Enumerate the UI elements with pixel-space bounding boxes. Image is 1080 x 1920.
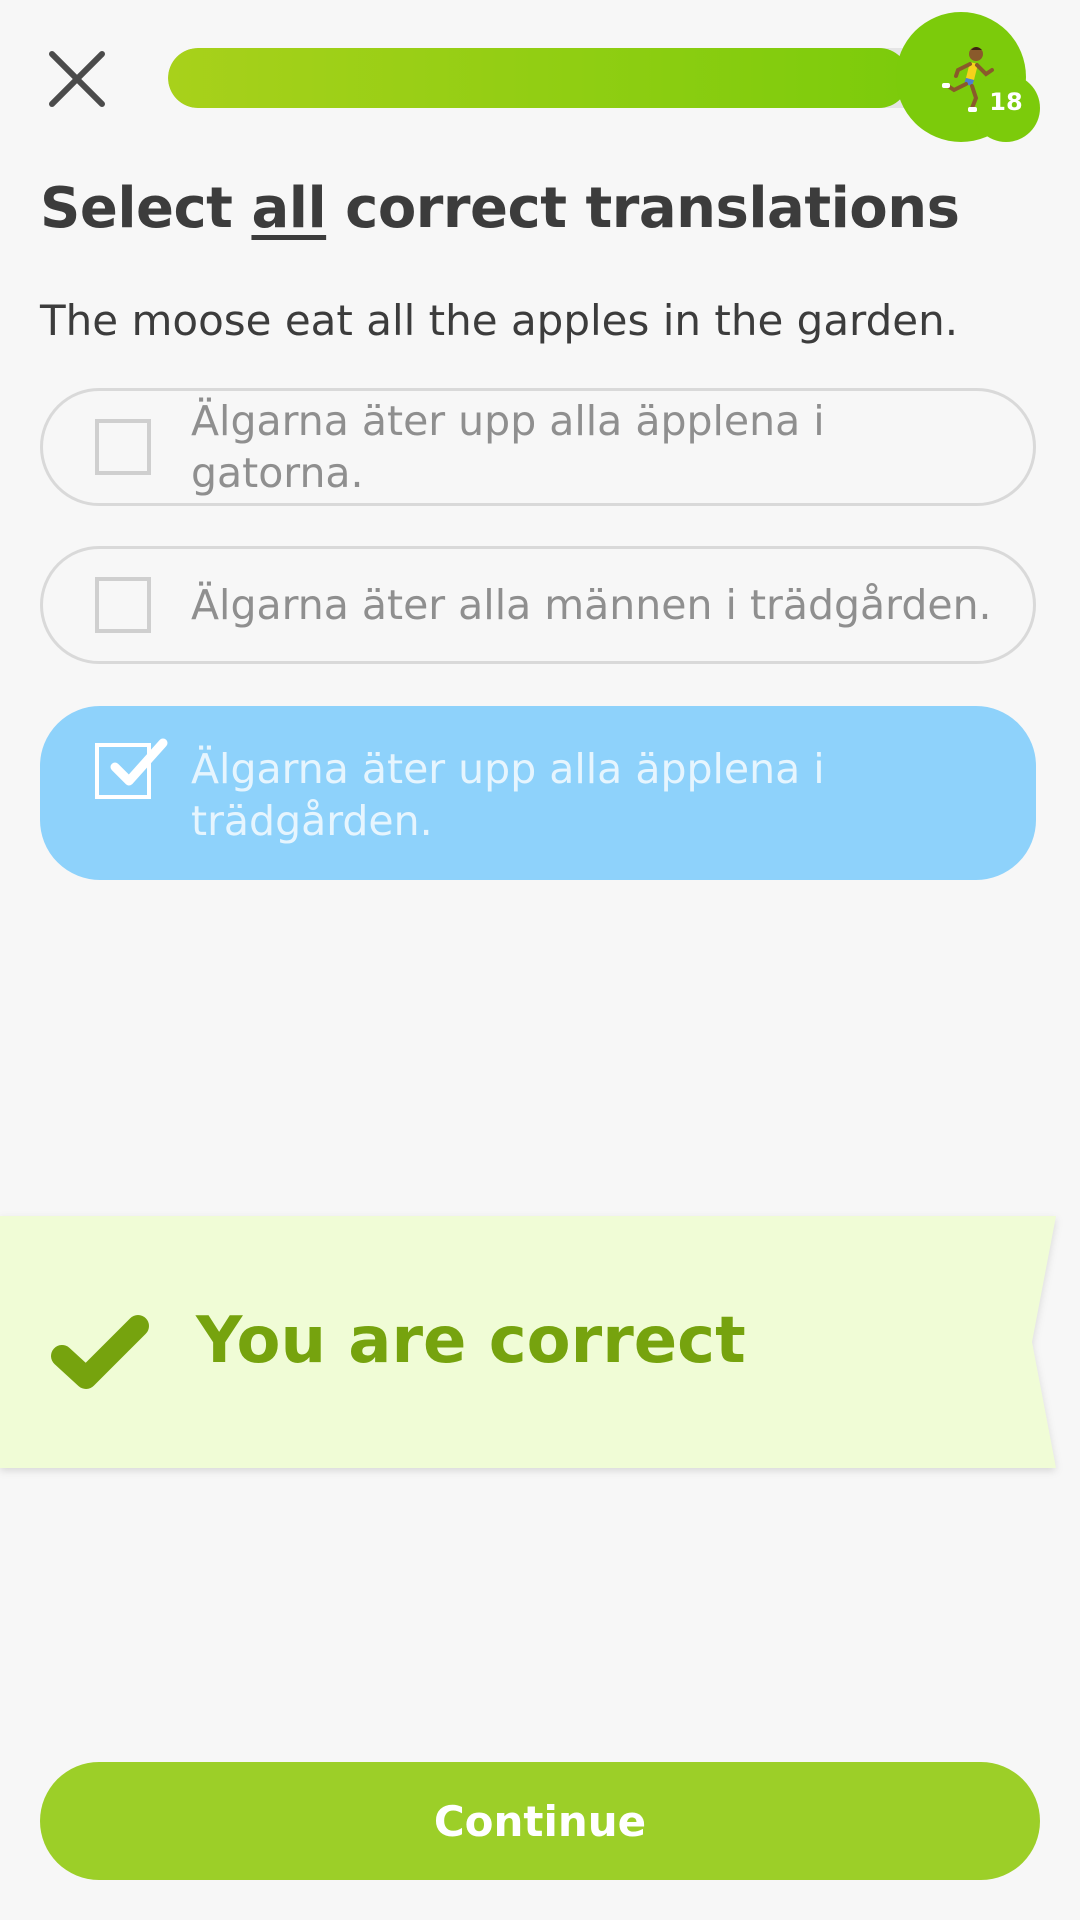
exercise-title: Select all correct translations xyxy=(40,176,960,241)
lesson-progress-fill xyxy=(168,48,909,108)
title-text-after: correct translations xyxy=(326,176,960,241)
close-icon xyxy=(49,51,105,107)
answer-option[interactable]: Älgarna äter upp alla äpplena i gatorna. xyxy=(40,388,1036,506)
option-text: Älgarna äter alla männen i trädgården. xyxy=(191,581,992,629)
title-text-before: Select xyxy=(40,176,252,241)
option-checkbox-checked[interactable] xyxy=(95,738,168,799)
streak-count: 18 xyxy=(989,88,1023,116)
feedback-banner: You are correct xyxy=(0,1216,1056,1470)
continue-button[interactable]: Continue xyxy=(40,1762,1040,1880)
checkmark-icon xyxy=(51,1315,149,1389)
option-checkbox[interactable] xyxy=(95,419,151,475)
answer-option[interactable]: Älgarna äter alla männen i trädgården. xyxy=(40,546,1036,664)
lesson-progress-bar xyxy=(168,48,948,108)
option-checkbox[interactable] xyxy=(95,577,151,633)
answer-option-selected[interactable]: Älgarna äter upp alla äpplena i trädgård… xyxy=(40,706,1036,880)
option-text: Älgarna äter upp alla äpplena i gatorna. xyxy=(191,397,825,497)
feedback-message: You are correct xyxy=(196,1304,746,1378)
checkmark-icon xyxy=(110,738,168,786)
source-sentence: The moose eat all the apples in the gard… xyxy=(40,296,959,345)
close-button[interactable] xyxy=(46,48,108,110)
option-text: Älgarna äter upp alla äpplena i trädgård… xyxy=(191,745,825,845)
title-emphasis: all xyxy=(251,176,327,241)
